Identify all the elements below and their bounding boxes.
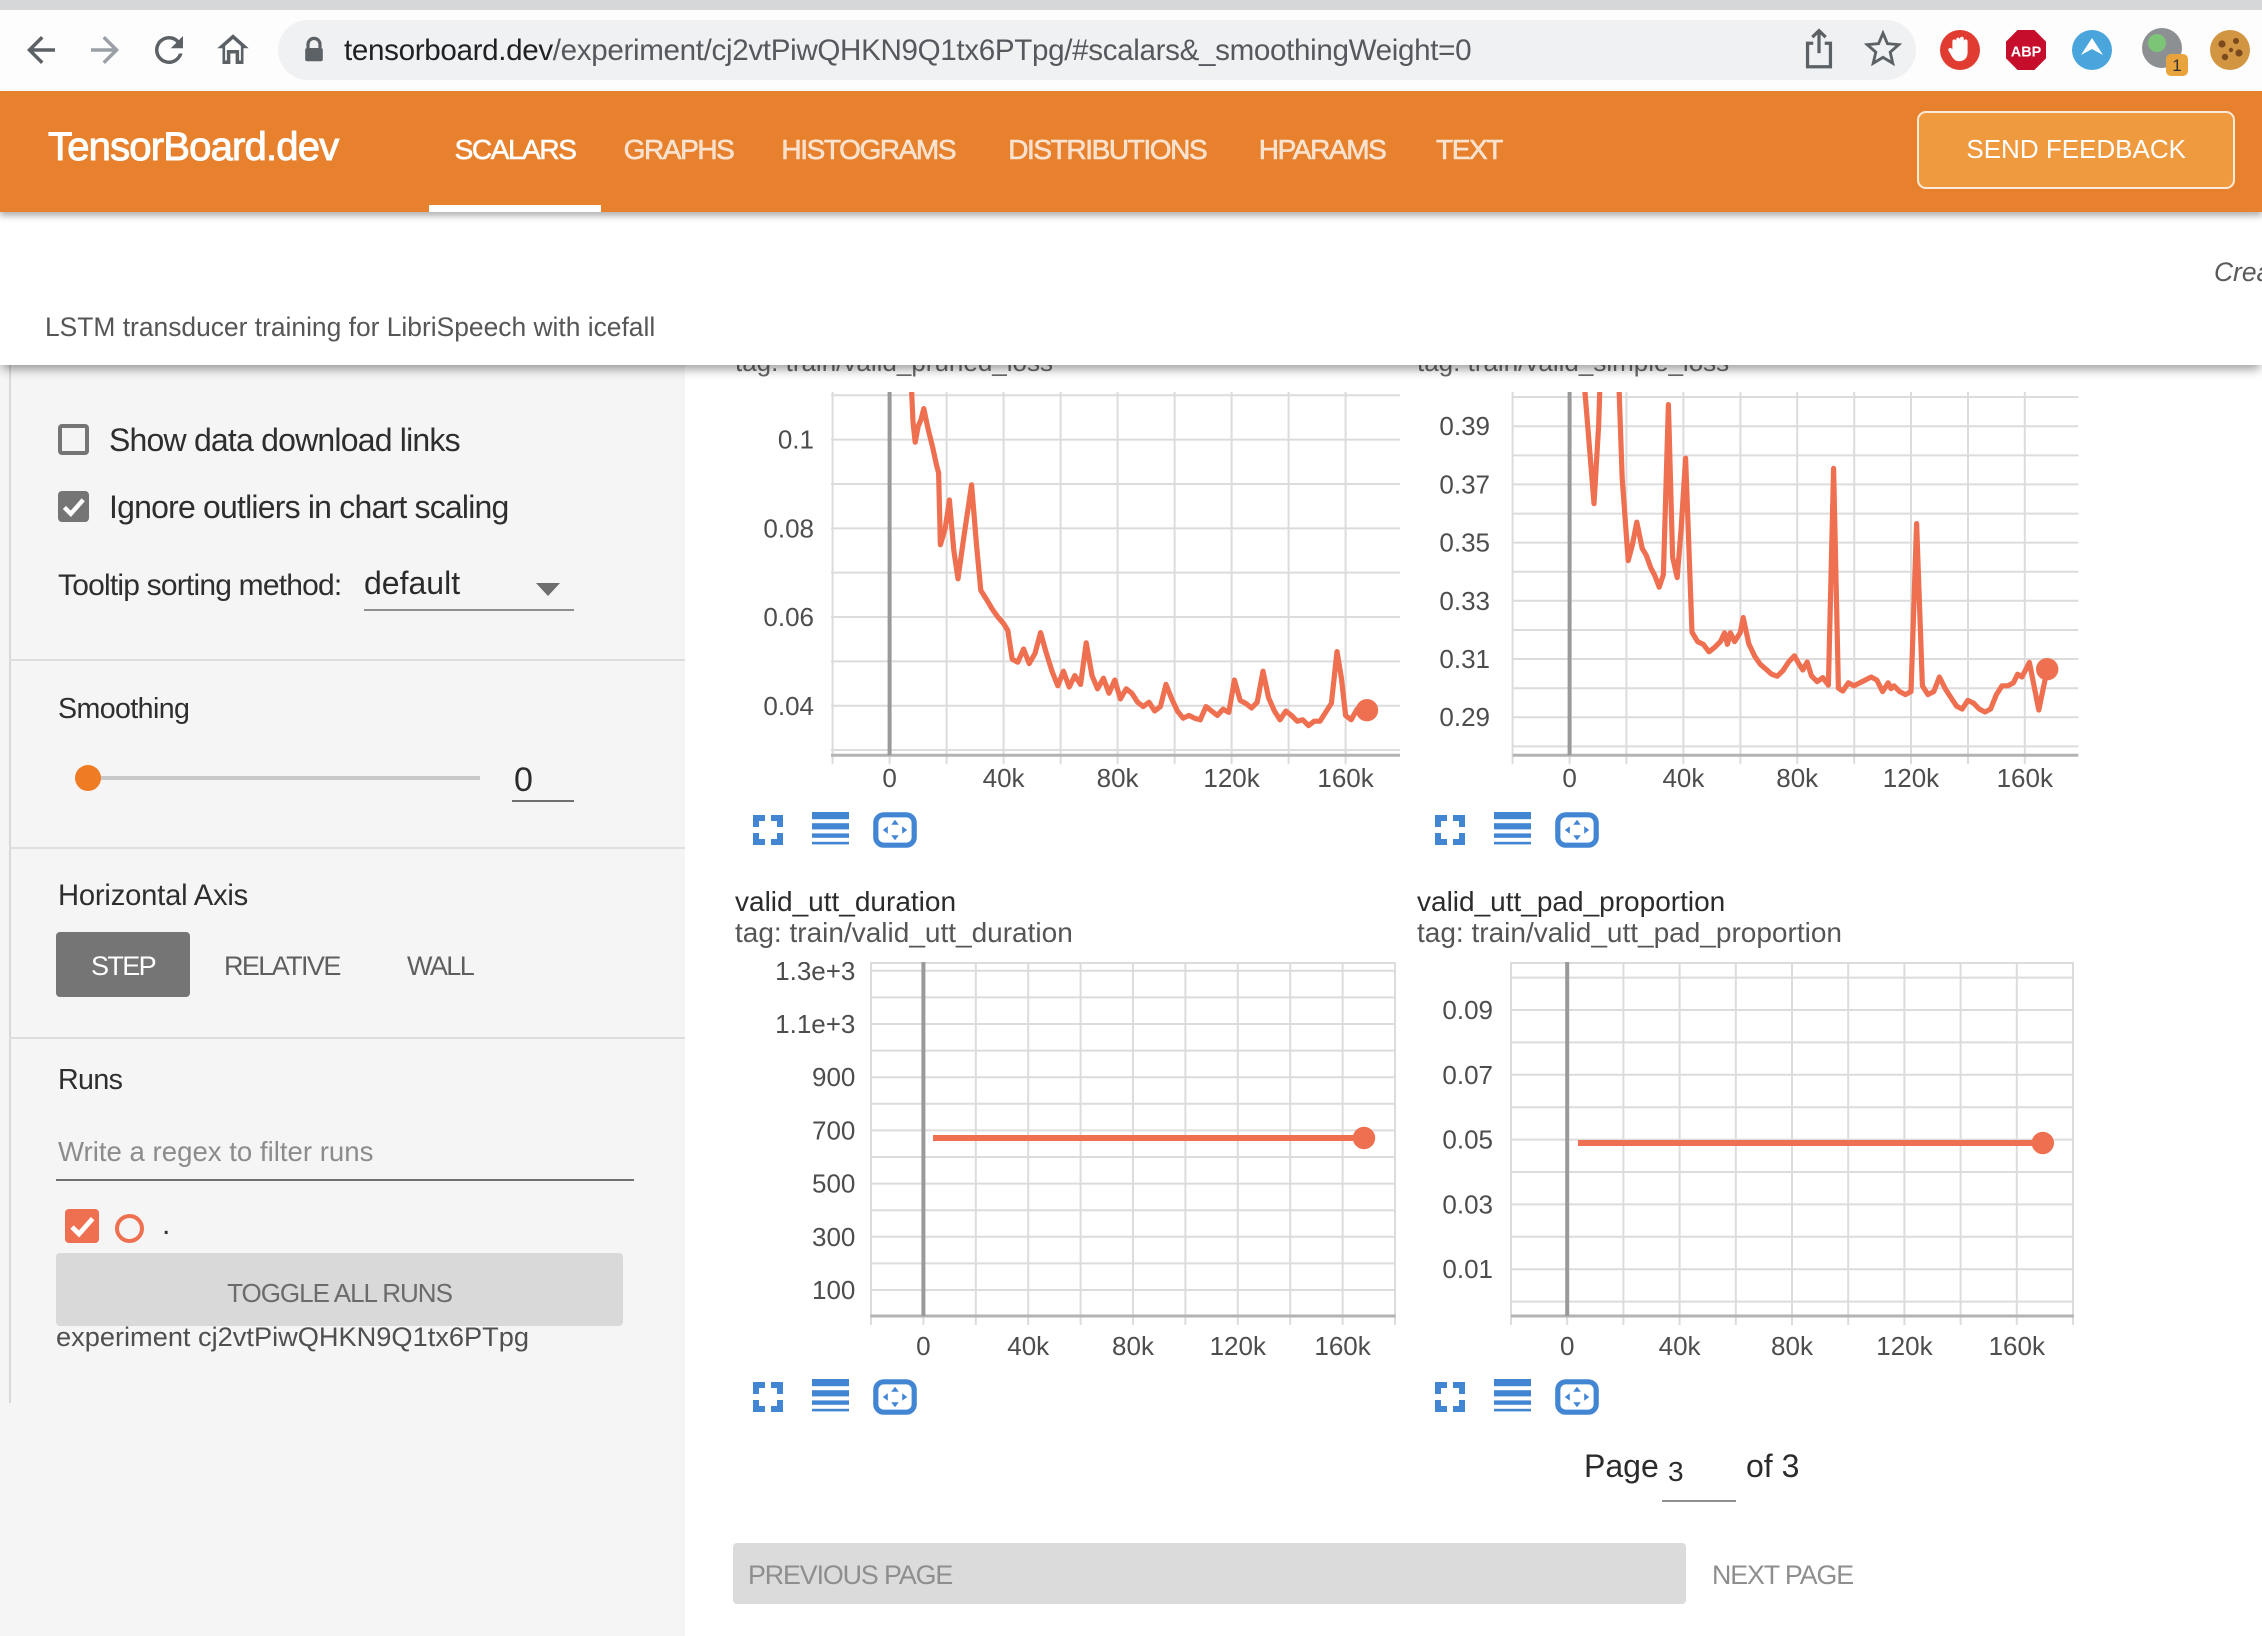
svg-text:120k: 120k	[1203, 763, 1260, 793]
svg-text:700: 700	[812, 1115, 855, 1145]
svg-text:0.37: 0.37	[1439, 469, 1490, 499]
svg-text:100: 100	[812, 1275, 855, 1305]
svg-text:0.31: 0.31	[1439, 644, 1490, 674]
svg-text:ABP: ABP	[2011, 44, 2042, 60]
svg-text:0.05: 0.05	[1442, 1125, 1493, 1155]
svg-text:40k: 40k	[1662, 763, 1705, 793]
svg-text:80k: 80k	[1776, 763, 1819, 793]
svg-text:120k: 120k	[1883, 763, 1940, 793]
svg-text:500: 500	[812, 1169, 855, 1199]
svg-text:0: 0	[882, 763, 896, 793]
svg-text:0.35: 0.35	[1439, 528, 1490, 558]
svg-text:0.06: 0.06	[763, 602, 814, 632]
svg-text:0.01: 0.01	[1442, 1254, 1493, 1284]
svg-text:0.09: 0.09	[1442, 995, 1493, 1025]
svg-text:0.29: 0.29	[1439, 702, 1490, 732]
svg-text:1: 1	[2172, 56, 2181, 75]
svg-text:900: 900	[812, 1062, 855, 1092]
svg-text:0.07: 0.07	[1442, 1060, 1493, 1090]
svg-text:1.3e+3: 1.3e+3	[775, 962, 855, 986]
svg-text:160k: 160k	[1997, 763, 2054, 793]
svg-text:0: 0	[916, 1331, 930, 1361]
svg-text:0.08: 0.08	[763, 513, 814, 543]
svg-text:1.1e+3: 1.1e+3	[775, 1009, 855, 1039]
svg-text:0.03: 0.03	[1442, 1189, 1493, 1219]
svg-text:40k: 40k	[1007, 1331, 1050, 1361]
svg-text:40k: 40k	[1659, 1331, 1702, 1361]
svg-text:0.04: 0.04	[763, 691, 814, 721]
svg-text:160k: 160k	[1989, 1331, 2046, 1361]
svg-text:0.1: 0.1	[778, 425, 814, 455]
svg-text:40k: 40k	[983, 763, 1026, 793]
svg-text:120k: 120k	[1876, 1331, 1933, 1361]
svg-text:160k: 160k	[1317, 763, 1374, 793]
svg-text:0.39: 0.39	[1439, 411, 1490, 441]
svg-text:120k: 120k	[1210, 1331, 1267, 1361]
svg-text:80k: 80k	[1097, 763, 1140, 793]
svg-text:0.33: 0.33	[1439, 586, 1490, 616]
svg-text:160k: 160k	[1314, 1331, 1371, 1361]
svg-text:80k: 80k	[1112, 1331, 1155, 1361]
svg-text:80k: 80k	[1771, 1331, 1814, 1361]
svg-text:0: 0	[1560, 1331, 1574, 1361]
svg-text:0: 0	[1562, 763, 1576, 793]
svg-text:300: 300	[812, 1222, 855, 1252]
